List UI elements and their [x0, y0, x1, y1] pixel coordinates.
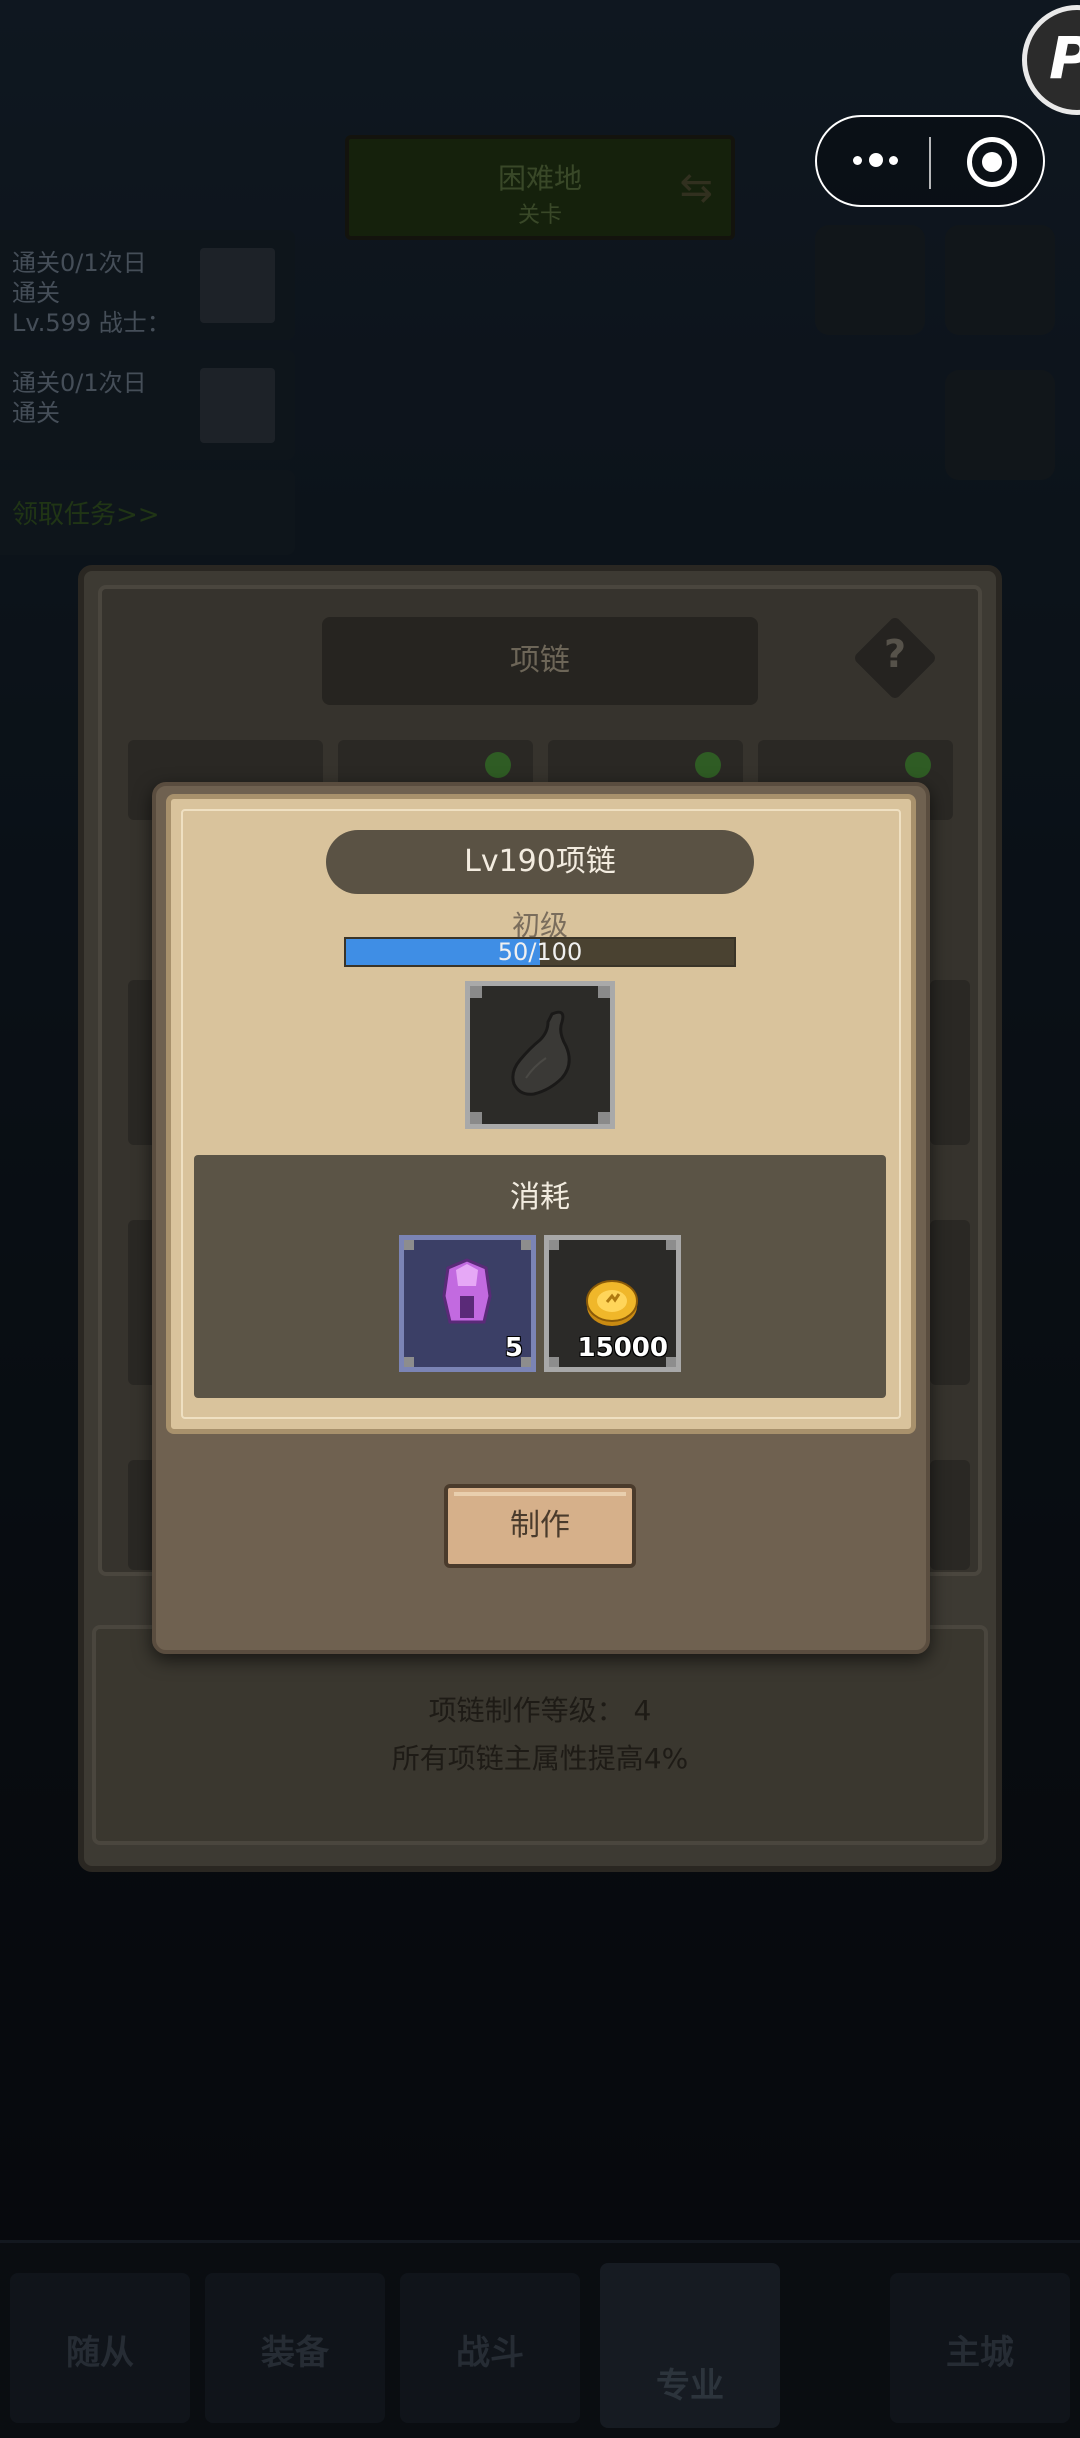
item-title: Lv190项链	[326, 830, 754, 894]
alert-dot-icon	[695, 752, 721, 778]
alert-dot-icon	[485, 752, 511, 778]
manual-icon[interactable]	[815, 225, 925, 335]
progress-max: 100	[536, 938, 583, 966]
swap-icon: ⇆	[679, 165, 713, 211]
more-icon[interactable]	[847, 145, 907, 175]
tab-profession[interactable]: 专业	[600, 2263, 780, 2428]
stage-banner-title: 困难地	[497, 162, 582, 195]
craft-panel-title: 项链	[322, 617, 758, 705]
help-icon: ?	[883, 632, 907, 676]
recipe-slot-edge	[930, 980, 970, 1145]
progress-text: 50/100	[497, 938, 583, 966]
quest-item[interactable]: 通关0/1次日 通关	[0, 350, 295, 460]
craft-info: 项链制作等级： 4 所有项链主属性提高4%	[92, 1625, 988, 1845]
quest-reward-slot	[200, 248, 275, 323]
stage-banner-subtitle: 关卡	[517, 203, 562, 228]
quest-reward-slot	[200, 368, 275, 443]
gear-icon[interactable]	[945, 225, 1055, 335]
tier-label: 初级	[511, 909, 568, 942]
craft-button[interactable]: 制作	[444, 1484, 636, 1568]
alert-dot-icon	[905, 752, 931, 778]
capsule-divider	[929, 137, 931, 189]
item-preview-slot	[465, 981, 615, 1129]
tab-main-city[interactable]: 主城	[890, 2273, 1070, 2423]
cost-label: 消耗	[510, 1180, 570, 1215]
recipe-slot-edge	[930, 1460, 970, 1570]
recipe-slot-edge	[930, 1220, 970, 1385]
quest-item[interactable]: 通关0/1次日 通关 Lv.599 战士：	[0, 230, 295, 340]
cost-count: 15000	[577, 1333, 668, 1363]
quest-link[interactable]: 领取任务>>	[0, 470, 295, 555]
cost-item-gem[interactable]: 5	[399, 1235, 536, 1372]
cost-count: 5	[504, 1333, 523, 1363]
miniprogram-capsule	[815, 115, 1045, 207]
task-board-icon[interactable]	[945, 370, 1055, 480]
necklace-icon	[511, 1010, 571, 1096]
tab-equipment[interactable]: 装备	[205, 2273, 385, 2423]
craft-level-text: 项链制作等级： 4	[428, 1694, 652, 1727]
progress-bar: 50/100	[344, 937, 736, 967]
tab-followers[interactable]: 随从	[10, 2273, 190, 2423]
close-miniprogram-icon[interactable]	[967, 137, 1017, 187]
craft-bonus-text: 所有项链主属性提高4%	[391, 1742, 689, 1775]
stage-banner: 困难地 关卡 ⇆	[345, 135, 735, 240]
cost-item-gold[interactable]: 15000	[544, 1235, 681, 1372]
bottom-nav: 随从 装备 战斗 专业 主城	[0, 2240, 1080, 2438]
tab-battle[interactable]: 战斗	[400, 2273, 580, 2423]
progress-current: 50	[497, 938, 529, 966]
